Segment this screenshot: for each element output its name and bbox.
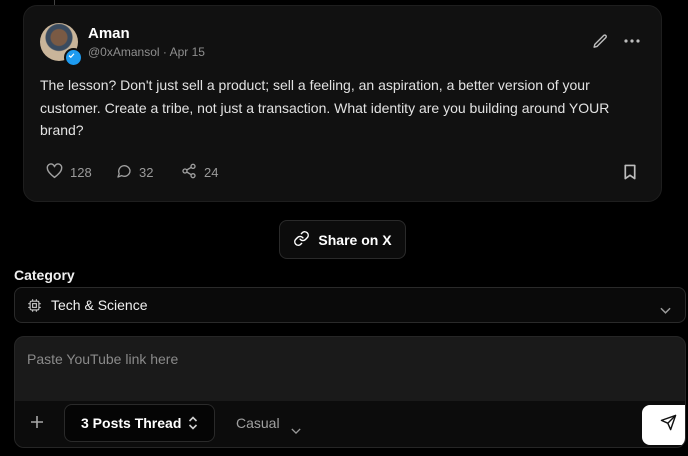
tone-select[interactable]: Casual	[236, 415, 280, 431]
category-label: Category	[14, 267, 75, 283]
share-on-x-label: Share on X	[318, 231, 392, 248]
author-name[interactable]: Aman	[88, 25, 130, 42]
reply-button[interactable]: 32	[116, 163, 153, 182]
send-button[interactable]	[642, 405, 685, 445]
send-icon	[660, 414, 677, 436]
like-count: 128	[70, 165, 92, 180]
category-selected-value: Tech & Science	[51, 297, 148, 313]
pencil-icon[interactable]	[590, 31, 610, 51]
composer: Paste YouTube link here 3 Posts Thread C…	[14, 336, 686, 448]
chevron-down-icon	[291, 421, 301, 439]
verified-badge-icon	[64, 48, 83, 67]
reply-count: 32	[139, 165, 154, 180]
more-horizontal-icon[interactable]	[622, 31, 642, 51]
author-handle[interactable]: @0xAmansol	[88, 45, 160, 59]
post-date: Apr 15	[169, 45, 205, 59]
composer-toolbar: 3 Posts Thread Casual	[15, 401, 685, 447]
post-preview-card: Aman @0xAmansol · Apr 15 The lesson? Don…	[23, 5, 662, 202]
cpu-icon	[27, 298, 42, 318]
share-on-x-button[interactable]: Share on X	[279, 220, 406, 259]
meta-separator: ·	[162, 45, 167, 59]
thread-length-select[interactable]: 3 Posts Thread	[64, 404, 215, 442]
youtube-link-input[interactable]: Paste YouTube link here	[27, 351, 178, 367]
bookmark-icon[interactable]	[623, 164, 637, 185]
share-post-button[interactable]: 24	[181, 163, 218, 182]
thread-length-value: 3 Posts Thread	[81, 415, 182, 431]
heart-icon	[46, 163, 63, 182]
plus-icon[interactable]	[30, 415, 44, 434]
chevron-down-icon	[660, 301, 671, 319]
comment-icon	[116, 163, 132, 182]
category-select[interactable]: Tech & Science	[14, 287, 686, 323]
like-button[interactable]: 128	[46, 163, 92, 182]
post-text: The lesson? Don't just sell a product; s…	[40, 77, 610, 138]
share-count: 24	[204, 165, 219, 180]
link-icon	[293, 230, 310, 250]
share-icon	[181, 163, 197, 182]
chevron-up-down-icon	[188, 416, 198, 433]
author-meta: @0xAmansol · Apr 15	[88, 45, 205, 59]
